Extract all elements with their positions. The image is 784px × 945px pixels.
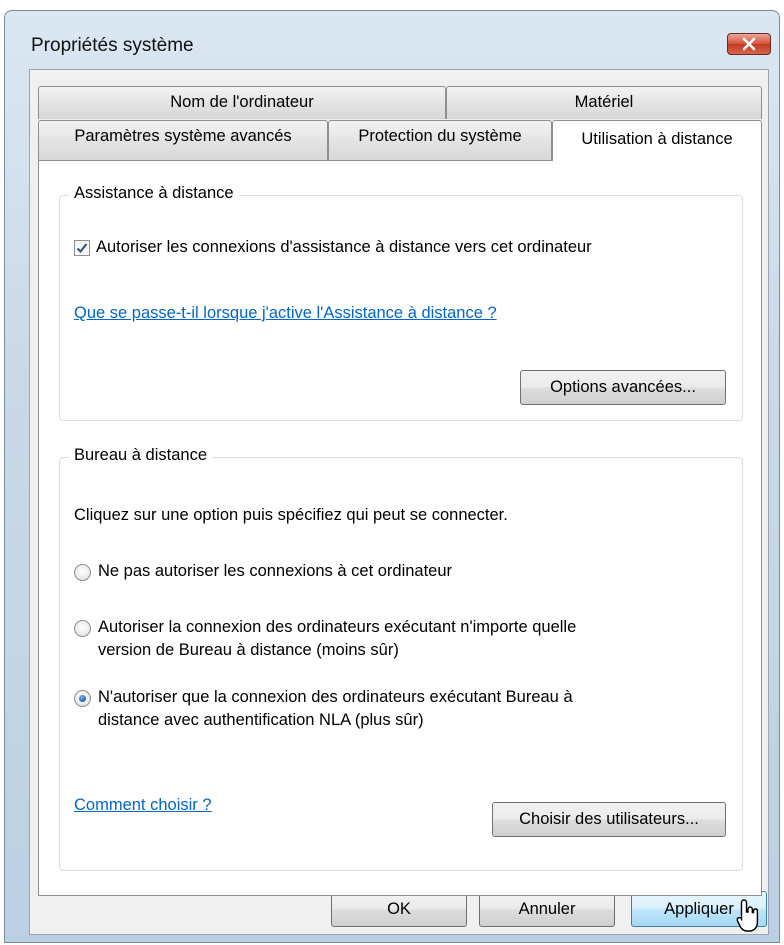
radio-any-version[interactable]	[74, 620, 91, 637]
radio-selected-dot	[79, 695, 86, 702]
assistance-checkbox-label[interactable]: Autoriser les connexions d'assistance à …	[96, 236, 592, 259]
radio-nla-only-label-line1[interactable]: N'autoriser que la connexion des ordinat…	[98, 686, 573, 709]
radio-no-connections-label[interactable]: Ne pas autoriser les connexions à cet or…	[98, 560, 452, 583]
cancel-button[interactable]: Annuler	[479, 891, 615, 927]
checkmark-icon	[76, 243, 88, 253]
radio-nla-only[interactable]	[74, 690, 91, 707]
assistance-checkbox[interactable]	[74, 240, 90, 256]
bureau-instruction: Cliquez sur une option puis spécifiez qu…	[74, 506, 508, 524]
close-icon	[742, 37, 756, 51]
how-to-choose-link[interactable]: Comment choisir ?	[74, 794, 212, 817]
radio-any-version-label-line2[interactable]: version de Bureau à distance (moins sûr)	[98, 639, 399, 662]
tab-nom-ordinateur[interactable]: Nom de l'ordinateur	[38, 86, 446, 119]
assistance-group-title: Assistance à distance	[69, 184, 239, 203]
tab-label: Matériel	[574, 93, 634, 111]
system-properties-window: Propriétés système Nom de l'ordinateur M…	[4, 10, 780, 943]
title-bar[interactable]: Propriétés système	[5, 11, 779, 69]
tab-label: Paramètres système avancés	[74, 127, 292, 145]
select-users-button[interactable]: Choisir des utilisateurs...	[492, 802, 726, 837]
close-button[interactable]	[727, 33, 771, 55]
radio-no-connections[interactable]	[74, 564, 91, 581]
dialog-client-area: Nom de l'ordinateur Matériel Paramètres …	[29, 69, 769, 935]
tab-label: Utilisation à distance	[581, 130, 733, 148]
radio-nla-only-label-line2[interactable]: distance avec authentification NLA (plus…	[98, 709, 424, 732]
advanced-options-button[interactable]: Options avancées...	[520, 370, 726, 405]
mouse-pointer-icon	[736, 899, 759, 932]
assistance-help-link[interactable]: Que se passe-t-il lorsque j'active l'Ass…	[74, 302, 497, 325]
ok-button[interactable]: OK	[331, 891, 467, 927]
radio-any-version-label-line1[interactable]: Autoriser la connexion des ordinateurs e…	[98, 616, 576, 639]
bureau-groupbox: Bureau à distance Cliquez sur une option…	[59, 446, 743, 871]
tab-parametres-avances[interactable]: Paramètres système avancés	[38, 120, 328, 160]
tab-panel-remote: Assistance à distance Autoriser les conn…	[38, 160, 762, 896]
tab-protection-systeme[interactable]: Protection du système	[328, 120, 552, 160]
bureau-group-title: Bureau à distance	[69, 446, 213, 465]
tab-materiel[interactable]: Matériel	[446, 86, 762, 119]
assistance-groupbox: Assistance à distance Autoriser les conn…	[59, 184, 743, 421]
tab-utilisation-distance[interactable]: Utilisation à distance	[552, 120, 762, 161]
tab-label: Protection du système	[358, 127, 522, 145]
window-title: Propriétés système	[31, 35, 194, 56]
tab-label: Nom de l'ordinateur	[170, 93, 314, 111]
